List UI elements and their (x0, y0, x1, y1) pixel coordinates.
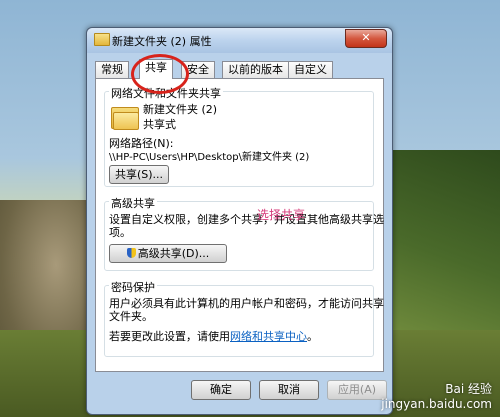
folder-name: 新建文件夹 (2) (143, 103, 218, 116)
annotation-text: 选择共享 (257, 208, 306, 222)
advanced-sharing-button-label: 高级共享(D)... (137, 247, 210, 260)
advanced-sharing-group: 高级共享 设置自定义权限，创建多个共享，并设置其他高级共享选 项。 高级共享(D… (104, 195, 384, 271)
shield-icon (126, 248, 136, 258)
window-title: 新建文件夹 (2) 属性 (112, 35, 212, 48)
cancel-button[interactable]: 取消 (259, 380, 319, 400)
sharing-panel: 网络文件和文件夹共享 新建文件夹 (2) 共享式 网络路径(N): \\HP-P… (95, 78, 384, 372)
title-bar[interactable]: 新建文件夹 (2) 属性 ✕ (87, 28, 392, 53)
advanced-sharing-button[interactable]: 高级共享(D)... (109, 244, 227, 263)
group-title-advanced: 高级共享 (109, 195, 157, 211)
group-title-password: 密码保护 (109, 279, 157, 295)
network-path-value: \\HP-PC\Users\HP\Desktop\新建文件夹 (2) (109, 152, 310, 163)
password-text-suffix: 。 (307, 330, 318, 343)
password-text-line2: 文件夹。 (109, 310, 153, 323)
folder-icon (94, 33, 110, 46)
tab-general[interactable]: 常规 (95, 61, 129, 78)
advanced-description-cont: 项。 (109, 226, 131, 239)
password-text-prefix: 若要更改此设置，请使用 (109, 330, 230, 343)
close-button[interactable]: ✕ (345, 29, 387, 48)
tab-sharing[interactable]: 共享 (139, 59, 173, 79)
network-sharing-group: 网络文件和文件夹共享 新建文件夹 (2) 共享式 网络路径(N): \\HP-P… (104, 85, 374, 187)
folder-icon (111, 105, 139, 130)
group-title-network: 网络文件和文件夹共享 (109, 85, 223, 101)
tab-customize[interactable]: 自定义 (288, 61, 333, 78)
properties-dialog: 新建文件夹 (2) 属性 ✕ 常规 共享 安全 以前的版本 自定义 网络文件和文… (86, 27, 393, 415)
apply-button[interactable]: 应用(A) (327, 380, 387, 400)
share-status: 共享式 (143, 118, 176, 131)
network-sharing-center-link[interactable]: 网络和共享中心 (230, 330, 307, 343)
password-group: 密码保护 用户必须具有此计算机的用户帐户和密码，才能访问共享 文件夹。 若要更改… (104, 279, 384, 357)
ok-button[interactable]: 确定 (191, 380, 251, 400)
share-button[interactable]: 共享(S)... (109, 165, 169, 184)
watermark: Bai 经验 jingyan.baidu.com (381, 382, 492, 411)
advanced-description: 设置自定义权限，创建多个共享，并设置其他高级共享选 (109, 213, 384, 226)
password-text-line3: 若要更改此设置，请使用网络和共享中心。 (109, 328, 318, 344)
tab-security[interactable]: 安全 (181, 61, 215, 78)
tab-previous-versions[interactable]: 以前的版本 (222, 61, 289, 78)
